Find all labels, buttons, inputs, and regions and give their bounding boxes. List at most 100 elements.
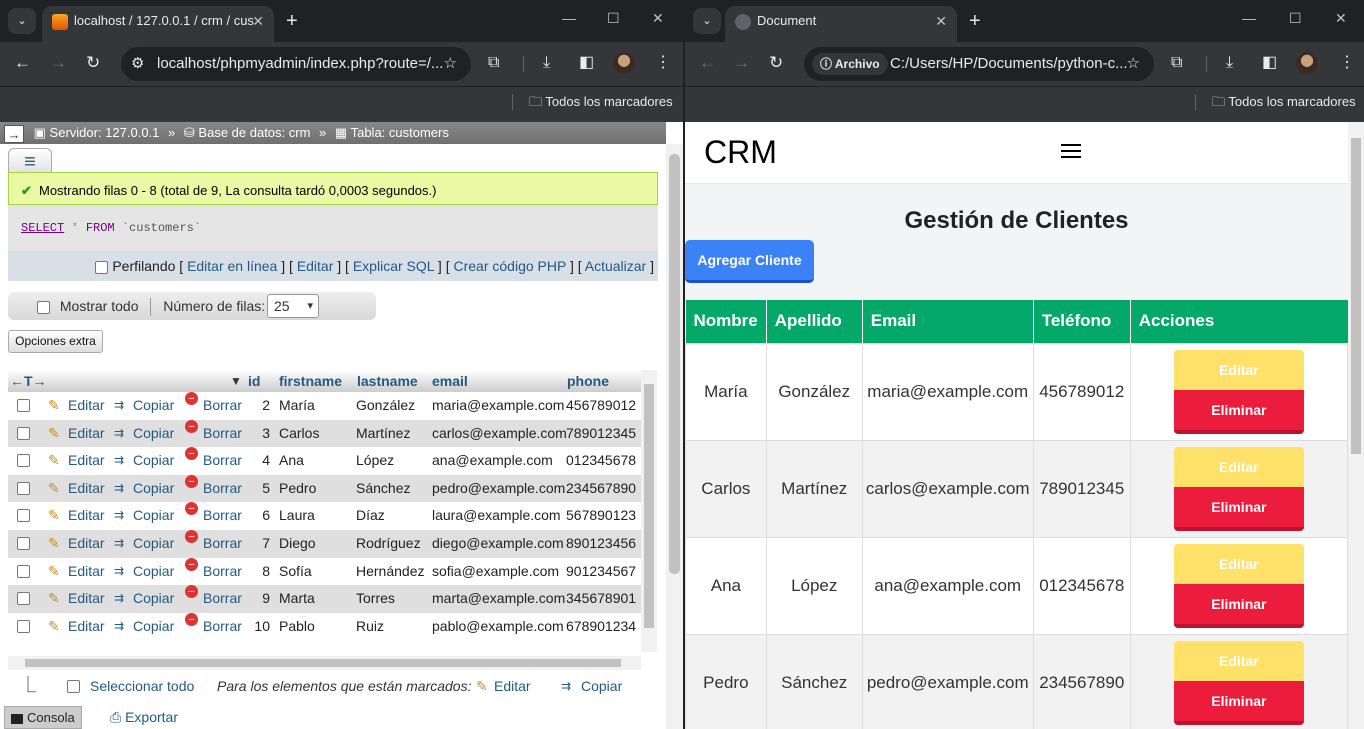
new-tab-icon[interactable]: + [969,8,981,34]
row-checkbox[interactable] [17,619,30,633]
tab-search-chevron-icon[interactable]: ⌄ [693,8,721,34]
cell-email[interactable]: pedro@example.com [432,475,565,503]
close-window-icon[interactable]: ✕ [1335,10,1347,27]
link-refresh[interactable]: Actualizar [585,258,646,274]
row-delete-link[interactable]: Borrar [203,447,242,475]
sort-dropdown-icon[interactable]: ▼ [230,370,242,392]
maximize-icon[interactable]: ☐ [607,10,620,27]
col-phone[interactable]: phone [567,370,609,392]
all-bookmarks[interactable]: 🗀 Todos los marcadores [529,93,673,111]
row-delete-link[interactable]: Borrar [203,502,242,530]
cell-firstname[interactable]: Ana [279,447,304,475]
cell-id[interactable]: 10 [244,613,270,641]
menu-kebab-icon[interactable]: ⋮ [1339,52,1355,74]
row-checkbox[interactable] [17,481,30,495]
breadcrumb-database[interactable]: Base de datos: crm [198,125,310,140]
bookmark-star-icon[interactable]: ☆ [1127,47,1140,81]
cell-email[interactable]: carlos@example.com [432,420,567,448]
download-icon[interactable]: ⤓ [543,52,550,74]
profile-avatar[interactable] [1296,52,1318,74]
forward-icon[interactable]: → [733,52,750,74]
cell-firstname[interactable]: María [279,392,315,420]
cell-lastname[interactable]: González [356,392,415,420]
cell-email[interactable]: marta@example.com [432,585,565,613]
address-bar[interactable]: ⚙ localhost/phpmyadmin/index.php?route=/… [121,47,471,81]
file-chip[interactable]: ⓘ Archivo [812,53,888,75]
row-checkbox[interactable] [17,536,30,550]
extra-options-button[interactable]: Opciones extra [8,330,103,353]
delete-button[interactable]: Eliminar [1173,680,1304,725]
row-delete-link[interactable]: Borrar [203,558,242,586]
cell-firstname[interactable]: Diego [279,530,316,558]
hamburger-menu-icon[interactable] [1061,144,1081,160]
minimize-icon[interactable]: — [1242,10,1256,26]
cell-firstname[interactable]: Carlos [279,420,319,448]
edit-button[interactable]: Editar [1173,543,1304,584]
row-edit-link[interactable]: Editar [68,475,105,503]
page-vertical-scrollbar[interactable] [666,144,683,729]
console-tab[interactable]: Consola [4,706,82,729]
breadcrumb-table[interactable]: Tabla: customers [351,125,449,140]
row-edit-link[interactable]: Editar [68,392,105,420]
side-panel-icon[interactable]: ◧ [1262,52,1277,74]
row-copy-link[interactable]: Copiar [133,502,174,530]
row-delete-link[interactable]: Borrar [203,392,242,420]
row-checkbox[interactable] [17,454,30,468]
cell-lastname[interactable]: Díaz [356,502,385,530]
select-all-checkbox[interactable] [67,680,80,693]
link-explain-sql[interactable]: Explicar SQL [353,258,434,274]
forward-icon[interactable]: → [50,52,67,74]
row-delete-link[interactable]: Borrar [203,585,242,613]
cell-id[interactable]: 3 [244,420,270,448]
col-email[interactable]: email [432,370,468,392]
cell-lastname[interactable]: Ruiz [356,613,384,641]
scroll-thumb[interactable] [25,659,621,667]
row-copy-link[interactable]: Copiar [133,475,174,503]
row-edit-link[interactable]: Editar [68,447,105,475]
breadcrumb-server[interactable]: Servidor: 127.0.0.1 [50,125,160,140]
collapse-arrow-icon[interactable]: → [4,124,24,143]
cell-lastname[interactable]: Martínez [356,420,410,448]
grid-vertical-scrollbar[interactable] [641,370,657,652]
row-checkbox[interactable] [17,592,30,606]
reload-icon[interactable]: ↻ [86,52,100,74]
export-link[interactable]: ⎙ Exportar [110,706,178,728]
rows-select[interactable]: 25 ▾ [267,294,319,318]
cell-phone[interactable]: 345678901 [566,585,636,613]
row-edit-link[interactable]: Editar [68,558,105,586]
row-copy-link[interactable]: Copiar [133,558,174,586]
cell-phone[interactable]: 678901234 [566,613,636,641]
cell-phone[interactable]: 456789012 [566,392,636,420]
close-tab-icon[interactable]: ✕ [935,6,947,36]
row-edit-link[interactable]: Editar [68,530,105,558]
cell-lastname[interactable]: Rodríguez [356,530,421,558]
col-id[interactable]: id [248,370,260,392]
link-edit[interactable]: Editar [297,258,334,274]
bulk-edit-link[interactable]: Editar [494,674,531,698]
row-copy-link[interactable]: Copiar [133,613,174,641]
cell-firstname[interactable]: Sofía [279,558,312,586]
row-checkbox[interactable] [17,564,30,578]
row-delete-link[interactable]: Borrar [203,530,242,558]
row-copy-link[interactable]: Copiar [133,585,174,613]
edit-button[interactable]: Editar [1173,446,1304,487]
row-checkbox[interactable] [17,399,30,412]
row-copy-link[interactable]: Copiar [133,447,174,475]
row-delete-link[interactable]: Borrar [203,475,242,503]
new-tab-icon[interactable]: + [286,8,298,34]
row-copy-link[interactable]: Copiar [133,392,174,420]
scroll-thumb[interactable] [669,154,680,574]
cell-firstname[interactable]: Pedro [279,475,316,503]
close-tab-icon[interactable]: ✕ [252,6,264,36]
col-firstname[interactable]: firstname [279,370,342,392]
tab-phpmyadmin[interactable]: localhost / 127.0.0.1 / crm / cus ✕ [42,6,274,42]
row-copy-link[interactable]: Copiar [133,420,174,448]
grid-horizontal-scrollbar[interactable] [8,656,641,670]
delete-button[interactable]: Eliminar [1173,486,1304,531]
cell-email[interactable]: maria@example.com [432,392,564,420]
site-info-icon[interactable]: ⚙ [131,47,144,81]
cell-id[interactable]: 6 [244,502,270,530]
edit-button[interactable]: Editar [1173,640,1304,681]
cell-phone[interactable]: 789012345 [566,420,636,448]
menu-kebab-icon[interactable]: ⋮ [655,52,671,74]
